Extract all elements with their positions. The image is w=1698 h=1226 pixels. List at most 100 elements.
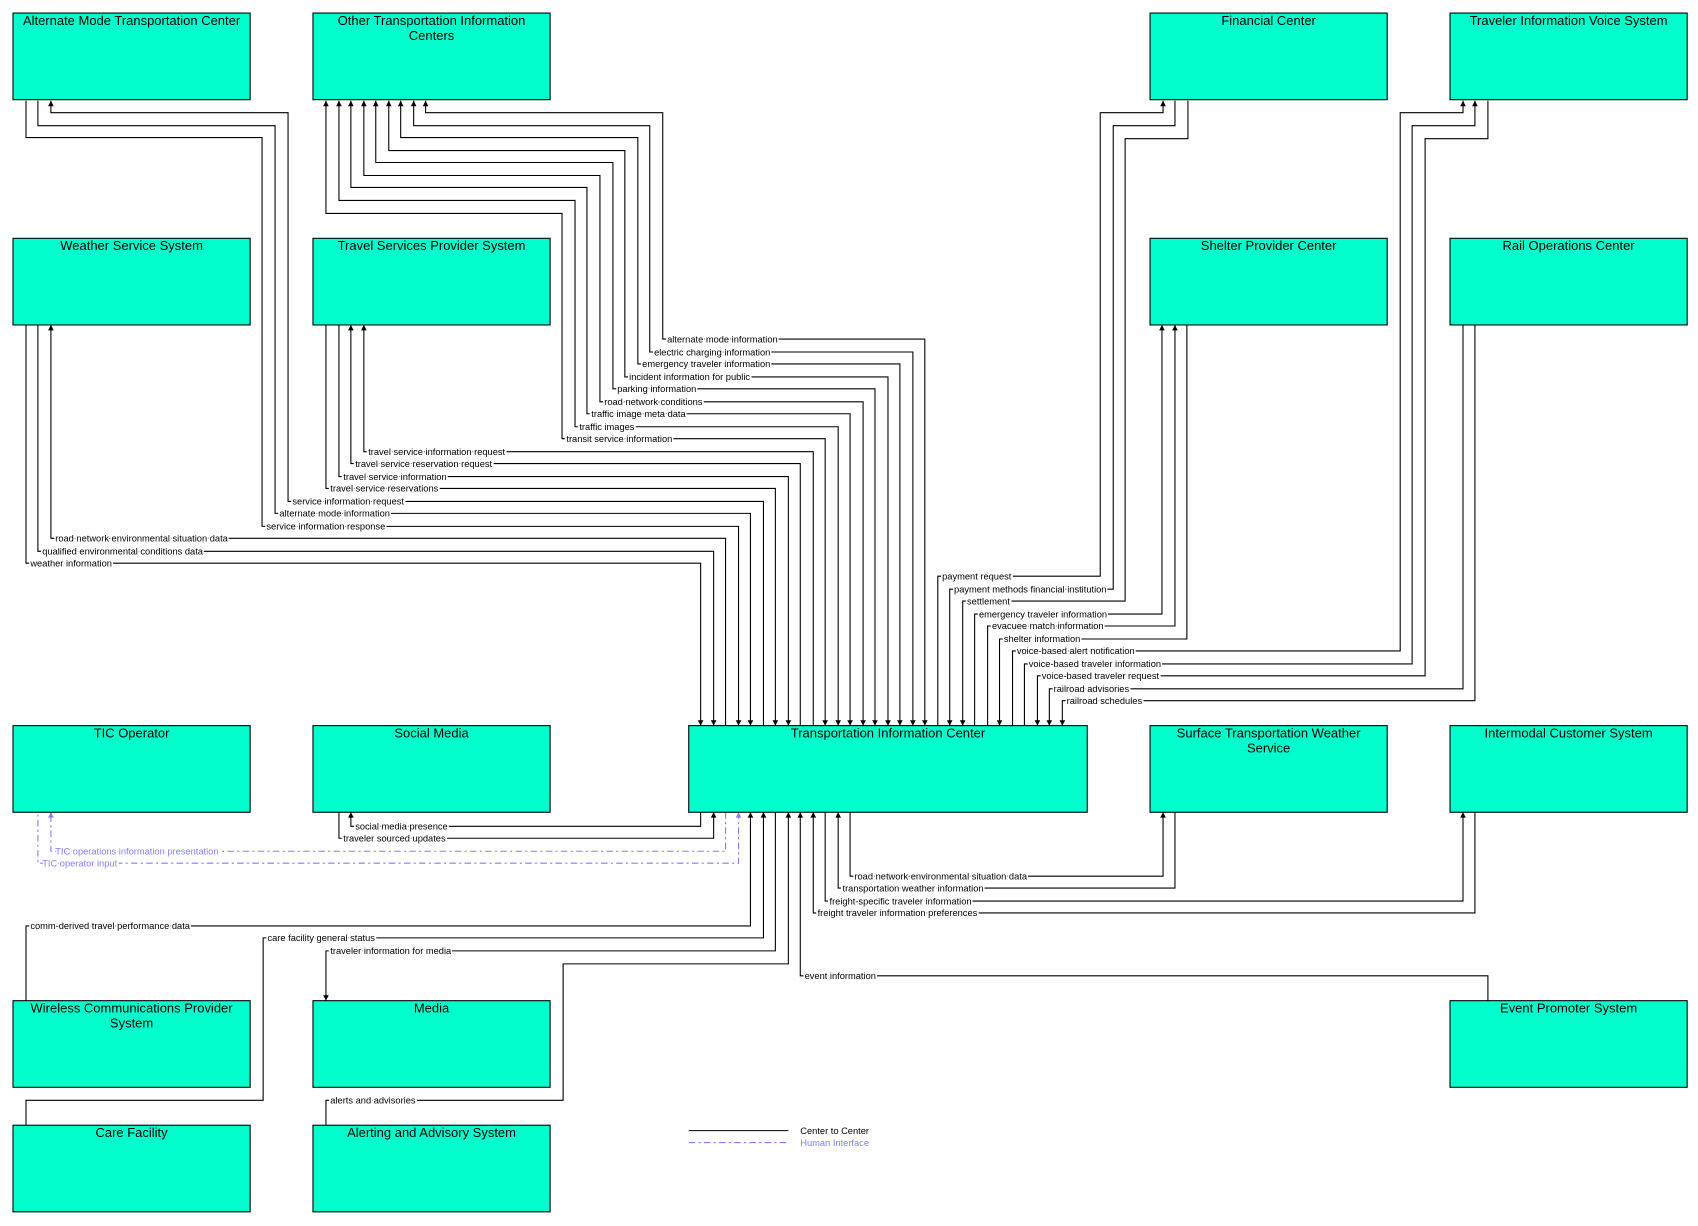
flow-label: qualified environmental conditions data <box>42 547 204 557</box>
flow-line[interactable] <box>50 812 727 852</box>
entity-title: Event Promoter System <box>1500 1001 1637 1016</box>
flow-label: TIC operations information presentation <box>55 846 218 856</box>
entity-title: Alerting and Advisory System <box>347 1125 516 1140</box>
arrowhead-icon <box>48 812 54 818</box>
entity-otic[interactable]: Other Transportation Information Centers <box>312 12 551 101</box>
flow-label: social media presence <box>355 822 448 832</box>
context-diagram: weather informationqualified environment… <box>12 12 1688 1213</box>
entity-tsp[interactable]: Travel Services Provider System <box>312 237 551 326</box>
flow-label: road network environmental situation dat… <box>55 534 228 544</box>
flow-line[interactable] <box>849 812 1164 877</box>
arrowhead-icon <box>372 100 379 107</box>
flow-label: incident information for public <box>629 372 750 382</box>
flow-label-layer: weather informationqualified environment… <box>28 333 1163 1108</box>
entity-title: Traveler Information Voice System <box>1470 13 1668 28</box>
flow-line[interactable] <box>363 324 814 726</box>
entity-wss[interactable]: Weather Service System <box>12 237 251 326</box>
flow-line[interactable] <box>937 100 1164 726</box>
flow-line[interactable] <box>1036 100 1489 726</box>
flow-voice-based-traveler-request[interactable] <box>1034 100 1489 726</box>
entity-ics[interactable]: Intermodal Customer System <box>1449 725 1688 813</box>
arrowhead-icon <box>1472 100 1478 107</box>
entity-spc[interactable]: Shelter Provider Center <box>1149 237 1388 326</box>
flow-travel-service-information[interactable] <box>338 324 792 726</box>
flow-label: alternate mode information <box>279 509 390 519</box>
flow-road-network-environmental-situation-data[interactable] <box>849 812 1166 877</box>
flow-label: traveler information for media <box>330 946 452 956</box>
flow-label: freight-specific traveler information <box>830 896 972 906</box>
flow-label: settlement <box>967 596 1010 606</box>
flow-label: road network conditions <box>604 397 703 407</box>
arrowhead-icon <box>1160 812 1166 818</box>
entity-stws[interactable]: Surface Transportation Weather Service <box>1149 725 1388 813</box>
flow-label: voice-based traveler information <box>1029 659 1161 669</box>
entity-roc[interactable]: Rail Operations Center <box>1449 237 1688 326</box>
flow-line[interactable] <box>1011 100 1464 726</box>
flow-voice-based-traveler-information[interactable] <box>1023 100 1478 726</box>
arrowhead-icon <box>48 100 54 107</box>
arrowhead-icon <box>747 720 754 726</box>
arrowhead-icon <box>1172 324 1178 331</box>
flow-travel-service-reservations[interactable] <box>325 324 779 726</box>
arrowhead-icon <box>772 720 779 726</box>
arrowhead-icon <box>48 324 54 331</box>
entity-fc[interactable]: Financial Center <box>1149 12 1388 101</box>
arrowhead-icon <box>797 812 804 818</box>
flow-label: emergency traveler information <box>642 359 770 369</box>
arrowhead-icon <box>810 812 817 818</box>
flow-settlement[interactable] <box>959 100 1189 726</box>
flow-label: payment request <box>942 571 1012 581</box>
flow-label: service information response <box>266 522 385 532</box>
flow-line[interactable] <box>799 812 1489 1001</box>
flow-payment-methods-financial-institution[interactable] <box>946 100 1176 726</box>
legend-center-label: Center to Center <box>800 1126 869 1136</box>
entity-amtc[interactable]: Alternate Mode Transportation Center <box>12 12 251 101</box>
flow-label: traffic images <box>579 422 634 432</box>
flow-label: alerts and advisories <box>330 1096 416 1106</box>
arrowhead-icon <box>348 100 354 107</box>
arrowhead-icon <box>361 100 367 107</box>
flow-line[interactable] <box>338 324 789 726</box>
arrowhead-icon <box>710 720 717 726</box>
flow-label: traffic image meta data <box>591 409 686 419</box>
flow-label: travel service information <box>343 472 446 482</box>
flow-tic-operations-information-presentation[interactable] <box>48 812 727 852</box>
arrowhead-icon <box>336 100 342 107</box>
flow-label: electric charging information <box>654 347 770 357</box>
entity-tivs[interactable]: Traveler Information Voice System <box>1449 12 1688 101</box>
entity-ticop[interactable]: TIC Operator <box>12 725 251 813</box>
flow-label: payment methods financial institution <box>954 584 1106 594</box>
flow-label: voice-based alert notification <box>1017 646 1135 656</box>
flow-line[interactable] <box>949 100 1176 726</box>
flow-label: weather information <box>29 558 112 568</box>
entity-aas[interactable]: Alerting and Advisory System <box>312 1124 551 1213</box>
arrowhead-icon <box>1160 100 1166 107</box>
arrowhead-icon <box>323 995 329 1001</box>
arrowhead-icon <box>1460 100 1466 107</box>
flow-voice-based-alert-notification[interactable] <box>1011 100 1466 726</box>
flow-label: freight traveler information preferences <box>818 908 978 918</box>
entity-tic[interactable]: Transportation Information Center <box>688 725 1088 813</box>
entity-wcp[interactable]: Wireless Communications Provider System <box>12 1000 251 1088</box>
flow-label: parking information <box>617 384 696 394</box>
flow-label: transportation weather information <box>843 883 984 893</box>
entity-sm[interactable]: Social Media <box>312 725 551 813</box>
flow-line[interactable] <box>1023 100 1476 726</box>
entity-title: Rail Operations Center <box>1503 238 1636 253</box>
entity-cf[interactable]: Care Facility <box>12 1124 251 1213</box>
flow-travel-service-reservation-request[interactable] <box>348 324 801 726</box>
flow-label: road network environmental situation dat… <box>854 871 1027 881</box>
arrowhead-icon <box>996 720 1003 726</box>
arrowhead-icon <box>735 812 742 818</box>
flow-label: shelter information <box>1004 634 1080 644</box>
arrowhead-icon <box>760 812 767 818</box>
flow-event-information[interactable] <box>797 812 1489 1001</box>
flow-line[interactable] <box>325 324 776 726</box>
entity-media[interactable]: Media <box>312 1000 551 1088</box>
flow-payment-request[interactable] <box>937 100 1166 726</box>
arrowhead-icon <box>1159 324 1165 331</box>
flow-label: alternate mode information <box>667 334 778 344</box>
flow-line[interactable] <box>962 100 1189 726</box>
entity-eps[interactable]: Event Promoter System <box>1449 1000 1688 1088</box>
entity-title: Intermodal Customer System <box>1485 726 1653 741</box>
